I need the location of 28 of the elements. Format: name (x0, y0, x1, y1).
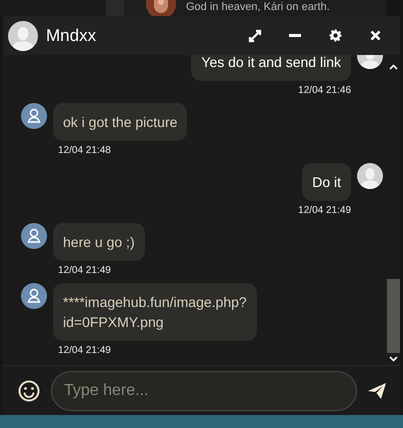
user-avatar-icon (21, 283, 47, 309)
smiley-icon (18, 380, 40, 402)
close-icon (370, 30, 380, 41)
user-avatar-icon (21, 103, 47, 129)
message-time: 12/04 21:48 (58, 145, 111, 157)
message-bubble: ok i got the picture (53, 103, 188, 141)
contact-name: Mndxx (46, 24, 96, 47)
send-icon (367, 380, 387, 400)
minimize-icon (289, 34, 301, 37)
message-bubble: Do it (302, 163, 351, 201)
settings-icon (328, 29, 342, 42)
message-time: 12/04 21:49 (58, 265, 111, 277)
avatar-icon (357, 163, 383, 189)
message-bubble: here u go ;) (53, 223, 145, 261)
scrollbar-thumb[interactable] (387, 279, 400, 353)
message-bubble: ****imagehub.fun/image.php? id=0FPXMY.png (53, 283, 257, 341)
message-time: 12/04 21:49 (298, 205, 351, 217)
message-time: 12/04 21:49 (58, 345, 111, 357)
message-bubble: Yes do it and send link (191, 55, 351, 81)
message-time: 12/04 21:46 (298, 85, 351, 97)
emoji-button[interactable] (17, 378, 41, 402)
profile-avatar-icon (8, 20, 38, 50)
user-avatar-icon (21, 223, 47, 249)
scroll-down-icon[interactable] (389, 355, 398, 363)
scroll-up-icon[interactable] (389, 63, 398, 71)
expand-icon (248, 28, 262, 42)
message-input[interactable]: Type here... (51, 370, 357, 410)
post-text: God in heaven, Kári on earth. (186, 0, 330, 14)
